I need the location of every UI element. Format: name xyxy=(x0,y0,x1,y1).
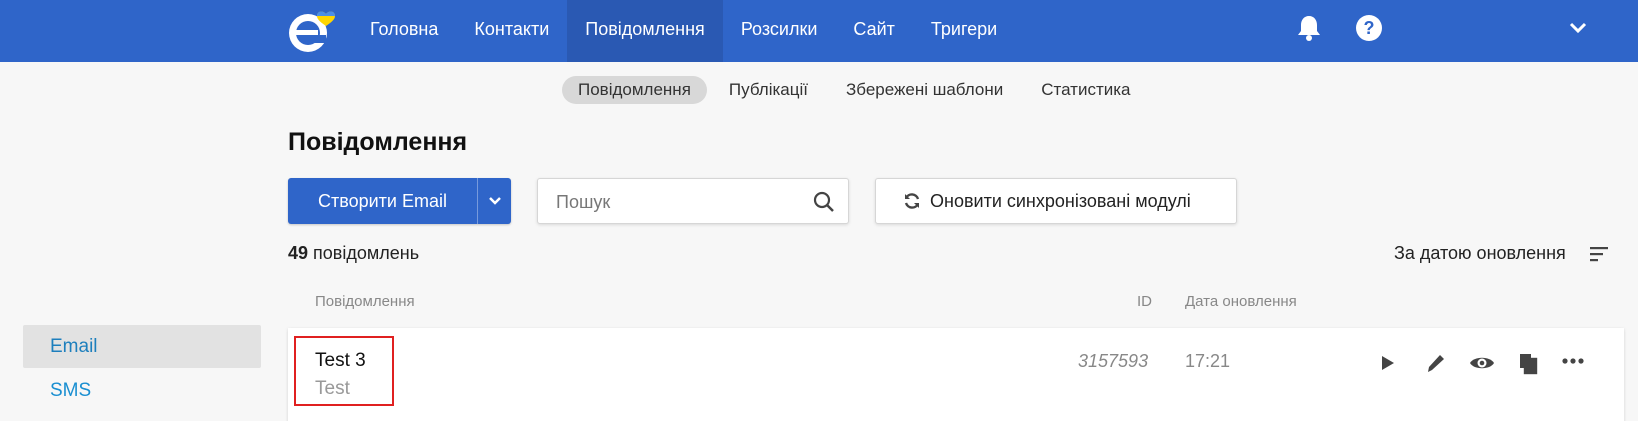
search-box xyxy=(537,178,849,224)
copy-icon[interactable] xyxy=(1515,350,1541,376)
column-header-date: Дата оновлення xyxy=(1185,293,1297,310)
sync-modules-button[interactable]: Оновити синхронізовані модулі xyxy=(875,178,1237,224)
search-icon[interactable] xyxy=(813,191,835,213)
tab-publications[interactable]: Публікації xyxy=(713,76,824,104)
nav-item-contacts[interactable]: Контакти xyxy=(456,0,567,62)
tab-messages[interactable]: Повідомлення xyxy=(562,76,707,104)
sidebar-item-email[interactable]: Email xyxy=(23,325,261,368)
bell-icon[interactable] xyxy=(1296,14,1322,42)
top-navigation-bar: Головна Контакти Повідомлення Розсилки С… xyxy=(0,0,1638,62)
play-icon[interactable] xyxy=(1374,350,1400,376)
message-count: 49 повідомлень xyxy=(288,243,419,264)
nav-item-messages[interactable]: Повідомлення xyxy=(567,0,723,62)
message-date: 17:21 xyxy=(1185,351,1231,371)
nav-item-home[interactable]: Головна xyxy=(352,0,456,62)
tab-saved-templates[interactable]: Збережені шаблони xyxy=(830,76,1019,104)
refresh-icon xyxy=(902,191,922,211)
tab-statistics[interactable]: Статистика xyxy=(1025,76,1146,104)
more-icon[interactable] xyxy=(1561,350,1587,376)
count-value: 49 xyxy=(288,243,309,263)
message-title[interactable]: Test 3 xyxy=(315,350,366,372)
sync-label: Оновити синхронізовані модулі xyxy=(930,190,1191,211)
column-header-id: ID xyxy=(1137,293,1152,310)
message-id: 3157593 xyxy=(1078,351,1149,371)
search-input[interactable] xyxy=(556,190,806,214)
create-email-button[interactable]: Створити Email xyxy=(288,178,477,224)
sort-selector[interactable]: За датою оновлення xyxy=(1394,243,1566,264)
sort-icon[interactable] xyxy=(1590,246,1610,262)
column-header-message: Повідомлення xyxy=(315,293,415,310)
page-title: Повідомлення xyxy=(288,128,468,156)
help-icon[interactable]: ? xyxy=(1355,14,1383,42)
chevron-down-icon xyxy=(488,197,501,205)
sidebar-item-sms[interactable]: SMS xyxy=(23,369,261,412)
logo[interactable] xyxy=(286,8,352,54)
nav-item-site[interactable]: Сайт xyxy=(835,0,913,62)
message-subject: Test xyxy=(315,378,350,399)
pencil-icon[interactable] xyxy=(1422,350,1448,376)
nav-item-triggers[interactable]: Тригери xyxy=(913,0,1015,62)
nav-item-mailings[interactable]: Розсилки xyxy=(723,0,836,62)
sub-tabs: Повідомлення Публікації Збережені шаблон… xyxy=(562,76,1147,104)
create-email-button-group: Створити Email xyxy=(288,178,511,224)
svg-text:?: ? xyxy=(1364,18,1375,38)
create-dropdown-button[interactable] xyxy=(478,178,511,224)
chevron-down-icon[interactable] xyxy=(1568,18,1588,38)
main-nav: Головна Контакти Повідомлення Розсилки С… xyxy=(352,0,1015,62)
eye-icon[interactable] xyxy=(1469,350,1495,376)
count-suffix: повідомлень xyxy=(313,243,420,263)
